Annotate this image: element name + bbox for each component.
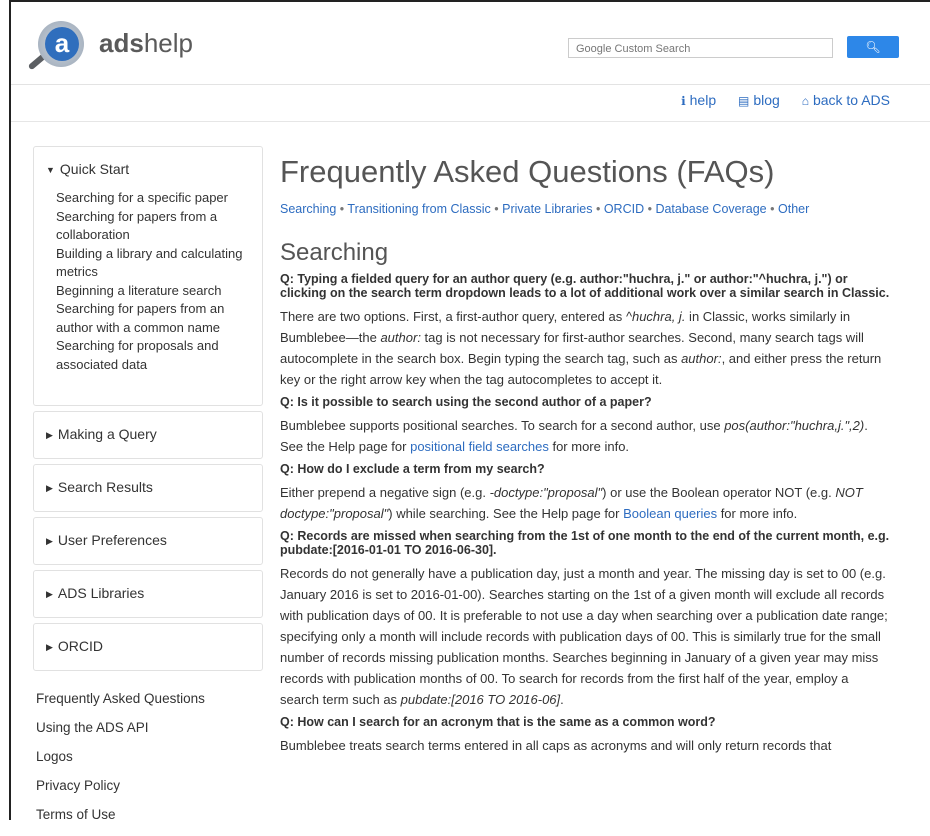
faq-question: Q: Records are missed when searching fro…: [280, 529, 890, 557]
category-link[interactable]: Private Libraries: [502, 202, 592, 216]
faq-answer: Bumblebee treats search terms entered in…: [280, 738, 832, 753]
faq-answer: Bumblebee supports positional searches. …: [280, 418, 868, 454]
faq-question: Q: How do I exclude a term from my searc…: [280, 462, 545, 476]
sidebar-footer-links: Frequently Asked Questions Using the ADS…: [33, 691, 263, 836]
info-icon: ℹ: [681, 94, 686, 108]
panel-user-preferences[interactable]: ▶ User Preferences: [33, 517, 263, 565]
help-link[interactable]: ℹ help: [681, 92, 716, 108]
category-nav: Searching • Transitioning from Classic •…: [280, 202, 810, 216]
sidebar: ▼ Quick Start Searching for a specific pa…: [33, 146, 263, 836]
faq-answer: Records do not generally have a publicat…: [280, 566, 888, 707]
sidebar-link[interactable]: Searching for papers from a collaboratio…: [56, 208, 252, 245]
panel-orcid[interactable]: ▶ ORCID: [33, 623, 263, 671]
panel-making-a-query[interactable]: ▶ Making a Query: [33, 411, 263, 459]
boolean-queries-link[interactable]: Boolean queries: [623, 506, 717, 521]
panel-search-results[interactable]: ▶ Search Results: [33, 464, 263, 512]
sidebar-link[interactable]: Building a library and calculating metri…: [56, 245, 252, 282]
caret-right-icon: ▶: [46, 483, 53, 493]
panel-quick-start-toggle[interactable]: ▼ Quick Start: [34, 147, 262, 179]
faq-question: Q: Typing a fielded query for an author …: [280, 272, 890, 300]
sidebar-link[interactable]: Searching for papers from an author with…: [56, 300, 252, 337]
privacy-policy-link[interactable]: Privacy Policy: [36, 778, 263, 807]
ads-a-icon: a: [45, 27, 79, 61]
top-nav: ℹ help ▤ blog ⌂ back to ADS: [663, 92, 890, 108]
faq-question: Q: How can I search for an acronym that …: [280, 715, 716, 729]
category-link[interactable]: Other: [778, 202, 809, 216]
caret-right-icon: ▶: [46, 589, 53, 599]
panel-quick-start: ▼ Quick Start Searching for a specific pa…: [33, 146, 263, 406]
search-icon: 🔍︎: [865, 40, 881, 54]
main-content: Frequently Asked Questions (FAQs) Search…: [280, 152, 890, 761]
sidebar-link[interactable]: Searching for proposals and associated d…: [56, 337, 252, 374]
panel-ads-libraries[interactable]: ▶ ADS Libraries: [33, 570, 263, 618]
faq-answer: There are two options. First, a first-au…: [280, 309, 882, 387]
faq-link[interactable]: Frequently Asked Questions: [36, 691, 263, 720]
section-title: Searching: [280, 239, 389, 266]
sidebar-link[interactable]: Beginning a literature search: [56, 282, 252, 301]
caret-right-icon: ▶: [46, 642, 53, 652]
page-frame: a adshelp Google Custom Search 🔍︎ ℹ help …: [9, 0, 930, 822]
terms-of-use-link[interactable]: Terms of Use: [36, 807, 263, 836]
positional-field-searches-link[interactable]: positional field searches: [410, 439, 549, 454]
sidebar-link[interactable]: Searching for a specific paper: [56, 189, 252, 208]
search-button[interactable]: 🔍︎: [847, 36, 899, 58]
api-link[interactable]: Using the ADS API: [36, 720, 263, 749]
back-to-ads-link[interactable]: ⌂ back to ADS: [802, 92, 890, 108]
page-title: Frequently Asked Questions (FAQs): [280, 154, 775, 189]
header: a adshelp Google Custom Search 🔍︎: [11, 2, 930, 85]
category-link[interactable]: Transitioning from Classic: [347, 202, 490, 216]
caret-down-icon: ▼: [46, 165, 55, 175]
caret-right-icon: ▶: [46, 430, 53, 440]
search-input[interactable]: Google Custom Search: [568, 38, 833, 58]
faq-answer: Either prepend a negative sign (e.g. -do…: [280, 485, 863, 521]
faq-question: Q: Is it possible to search using the se…: [280, 395, 652, 409]
brand-name: adshelp: [99, 28, 193, 58]
category-link[interactable]: ORCID: [604, 202, 644, 216]
logos-link[interactable]: Logos: [36, 749, 263, 778]
category-link[interactable]: Searching: [280, 202, 336, 216]
caret-right-icon: ▶: [46, 536, 53, 546]
divider: [11, 121, 930, 122]
home-icon: ⌂: [801, 94, 809, 108]
newspaper-icon: ▤: [738, 94, 750, 108]
category-link[interactable]: Database Coverage: [655, 202, 766, 216]
blog-link[interactable]: ▤ blog: [738, 92, 780, 108]
